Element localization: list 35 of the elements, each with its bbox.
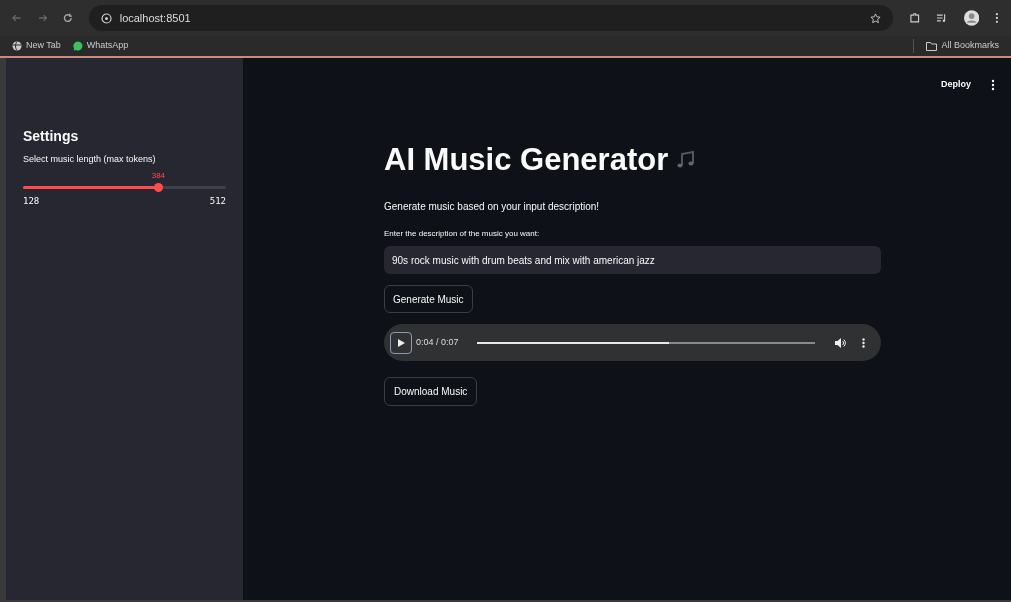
- slider-max-label: 512: [209, 194, 226, 208]
- slider-value: 384: [151, 171, 166, 180]
- profile-avatar[interactable]: [963, 10, 980, 26]
- playback-time: 0:04 / 0:07: [416, 335, 459, 349]
- subtitle-text: Generate music based on your input description!: [384, 200, 601, 214]
- play-icon: [397, 338, 405, 347]
- globe-icon: [12, 41, 22, 51]
- extension-icon[interactable]: [908, 12, 921, 24]
- slider-min-label: 128: [23, 194, 40, 208]
- play-button[interactable]: [390, 331, 412, 354]
- site-info-icon: [100, 12, 112, 24]
- page-title: AI Music Generator: [384, 140, 669, 179]
- reload-icon[interactable]: [63, 13, 73, 23]
- folder-icon: [926, 41, 938, 51]
- more-options-icon[interactable]: [862, 337, 865, 348]
- volume-icon[interactable]: [835, 337, 846, 348]
- address-bar[interactable]: localhost:8501: [88, 5, 893, 31]
- media-icon[interactable]: [936, 12, 948, 24]
- slider-label: Select music length (max tokens): [23, 153, 157, 166]
- download-music-button[interactable]: Download Music: [384, 377, 478, 406]
- sidebar-title: Settings: [23, 127, 80, 146]
- kebab-menu-icon[interactable]: [991, 78, 995, 91]
- star-icon[interactable]: [869, 12, 881, 24]
- deploy-button[interactable]: Deploy: [941, 78, 971, 92]
- description-input[interactable]: 90s rock music with drum beats and mix with american jazz: [384, 246, 881, 274]
- all-bookmarks-link[interactable]: All Bookmarks: [926, 39, 999, 53]
- kebab-menu-icon[interactable]: [995, 12, 999, 24]
- url-text: localhost:8501: [119, 10, 192, 26]
- generate-music-button[interactable]: Generate Music: [384, 285, 473, 313]
- progress-fill[interactable]: [476, 341, 670, 344]
- bookmark-link[interactable]: New Tab: [12, 39, 61, 53]
- input-label: Enter the description of the music you want:: [384, 228, 541, 240]
- chat-bubble-icon: [72, 41, 83, 51]
- slider-handle[interactable]: [154, 182, 164, 192]
- bookmark-link[interactable]: WhatsApp: [72, 39, 129, 53]
